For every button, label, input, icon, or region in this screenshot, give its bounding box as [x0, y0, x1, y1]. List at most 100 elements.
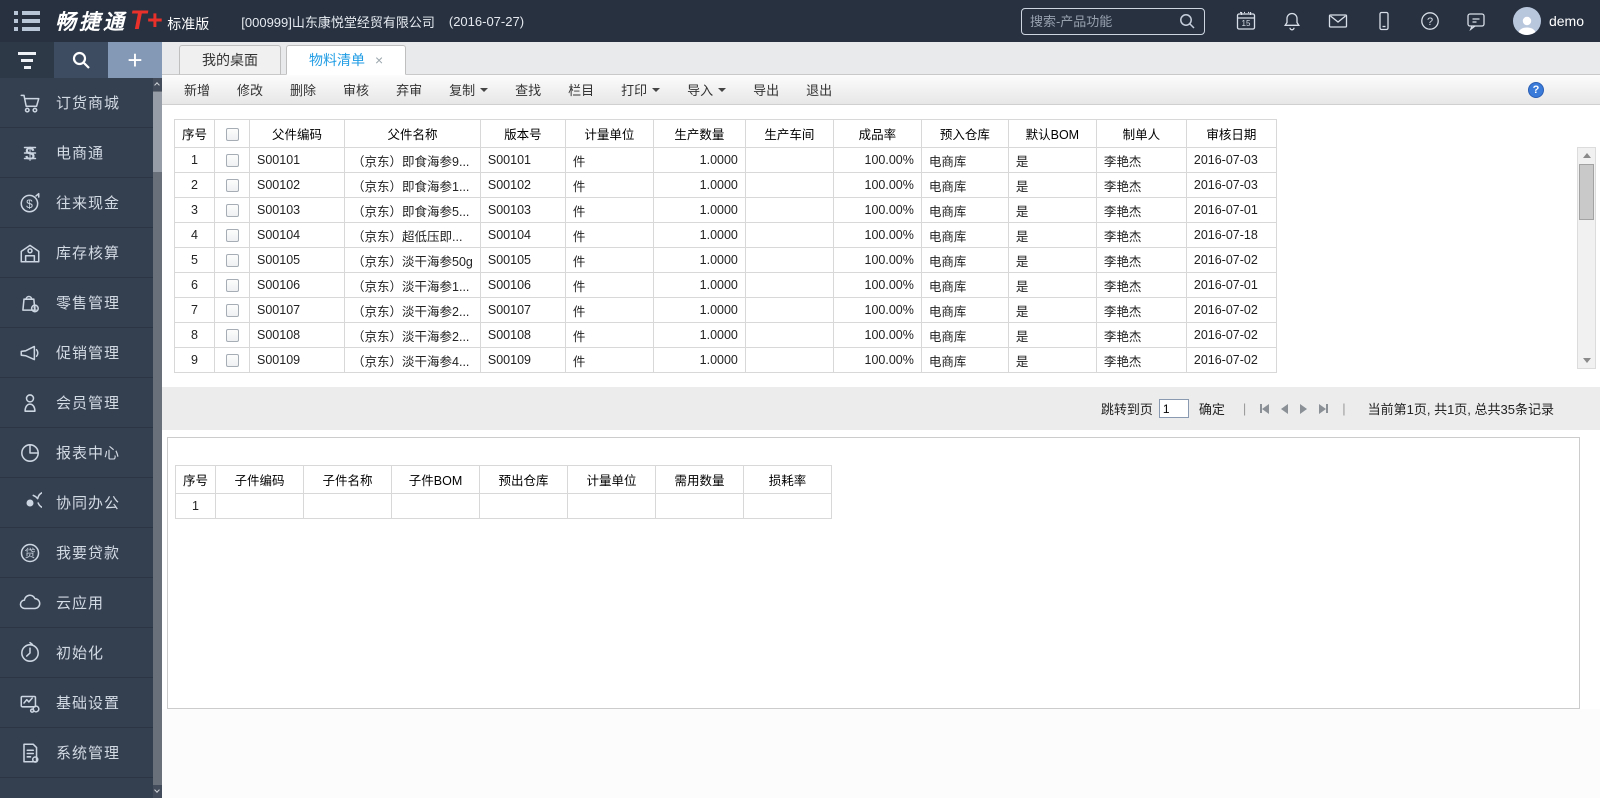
bell-icon[interactable]	[1280, 9, 1304, 33]
toolbar-help-icon[interactable]: ?	[1528, 82, 1544, 98]
column-header: 序号	[175, 120, 215, 148]
table-row[interactable]: 1	[176, 494, 832, 519]
next-page-icon[interactable]	[1300, 404, 1307, 414]
sidebar-item-initialization[interactable]: 初始化	[0, 628, 153, 678]
close-icon[interactable]: ×	[375, 52, 383, 68]
copy-button[interactable]: 复制	[449, 80, 488, 99]
row-checkbox[interactable]	[226, 154, 239, 167]
goto-confirm-button[interactable]: 确定	[1199, 399, 1225, 418]
mail-icon[interactable]	[1326, 9, 1350, 33]
sidebar-item-reports[interactable]: 报表中心	[0, 428, 153, 478]
columns-button[interactable]: 栏目	[568, 80, 594, 99]
exit-button[interactable]: 退出	[806, 80, 832, 99]
row-checkbox[interactable]	[226, 279, 239, 292]
sidebar-item-cloud-apps[interactable]: 云应用	[0, 578, 153, 628]
cell: 1.0000	[653, 348, 745, 373]
sidebar-item-loan[interactable]: 贷我要贷款	[0, 528, 153, 578]
header-row: 序号父件编码父件名称版本号计量单位生产数量生产车间成品率预入仓库默认BOM制单人…	[175, 120, 1277, 148]
table-row[interactable]: 4S00104（京东）超低压即...S00104件1.0000100.00%电商…	[175, 223, 1277, 248]
cell: 电商库	[921, 198, 1008, 223]
first-page-icon[interactable]	[1260, 404, 1269, 414]
sidebar-item-order-mall[interactable]: 订货商城	[0, 78, 153, 128]
cell: 7	[175, 298, 215, 323]
modify-button[interactable]: 修改	[237, 80, 263, 99]
megaphone-icon	[18, 341, 42, 365]
import-button[interactable]: 导入	[687, 80, 726, 99]
add-button[interactable]: 新增	[184, 80, 210, 99]
tab-material-list[interactable]: 物料清单×	[286, 45, 406, 75]
main-menu-icon[interactable]	[14, 11, 40, 31]
scroll-up-icon[interactable]	[1578, 148, 1595, 163]
table-row[interactable]: 8S00108（京东）淡干海参2...S00108件1.0000100.00%电…	[175, 323, 1277, 348]
calendar-icon[interactable]: 15	[1234, 9, 1258, 33]
username[interactable]: demo	[1549, 13, 1584, 29]
tab-my-desktop[interactable]: 我的桌面	[179, 45, 281, 75]
print-button[interactable]: 打印	[621, 80, 660, 99]
sidebar-item-promotion[interactable]: 促销管理	[0, 328, 153, 378]
find-button[interactable]: 查找	[515, 80, 541, 99]
scrollbar-thumb[interactable]	[153, 92, 162, 172]
cell: S00101	[480, 148, 565, 173]
cell: 是	[1008, 148, 1096, 173]
scrollbar-thumb[interactable]	[1579, 164, 1594, 220]
delete-button[interactable]: 删除	[290, 80, 316, 99]
cell: S00108	[480, 323, 565, 348]
sidebar-filter-button[interactable]	[0, 42, 54, 78]
sidebar-item-cash[interactable]: $往来现金	[0, 178, 153, 228]
mobile-icon[interactable]	[1372, 9, 1396, 33]
cell: S00107	[250, 298, 345, 323]
select-all-checkbox[interactable]	[226, 128, 239, 141]
cell: 李艳杰	[1096, 298, 1186, 323]
sidebar-item-basic-settings[interactable]: 基础设置	[0, 678, 153, 728]
table-row[interactable]: 6S00106（京东）淡干海参1...S00106件1.0000100.00%电…	[175, 273, 1277, 298]
cell: 100.00%	[833, 323, 921, 348]
cell: 1.0000	[653, 248, 745, 273]
table-row[interactable]: 3S00103（京东）即食海参5...S00103件1.0000100.00%电…	[175, 198, 1277, 223]
sidebar-item-ecommerce[interactable]: $电商通	[0, 128, 153, 178]
search-input[interactable]	[1030, 14, 1178, 29]
table-row[interactable]: 7S00107（京东）淡干海参2...S00107件1.0000100.00%电…	[175, 298, 1277, 323]
sidebar-add-button[interactable]: +	[108, 42, 162, 78]
sidebar-search-button[interactable]	[54, 42, 108, 78]
table-row[interactable]: 9S00109（京东）淡干海参4...S00109件1.0000100.00%电…	[175, 348, 1277, 373]
last-page-icon[interactable]	[1319, 404, 1328, 414]
prev-page-icon[interactable]	[1281, 404, 1288, 414]
scroll-down-icon[interactable]	[1578, 353, 1595, 368]
toolbar: 新增 修改 删除 审核 弃审 复制 查找 栏目 打印 导入 导出 退出?	[162, 75, 1600, 105]
scroll-up-icon[interactable]	[153, 78, 162, 91]
row-checkbox[interactable]	[226, 304, 239, 317]
sidebar-item-member[interactable]: 会员管理	[0, 378, 153, 428]
sidebar-item-inventory[interactable]: 库存核算	[0, 228, 153, 278]
user-avatar[interactable]	[1513, 7, 1541, 35]
help-icon[interactable]: ?	[1418, 9, 1442, 33]
row-checkbox[interactable]	[226, 204, 239, 217]
row-checkbox[interactable]	[226, 254, 239, 267]
page-number-input[interactable]	[1159, 399, 1189, 418]
column-header: 制单人	[1096, 120, 1186, 148]
export-button[interactable]: 导出	[753, 80, 779, 99]
sidebar-item-system-management[interactable]: 系统管理	[0, 728, 153, 778]
feedback-icon[interactable]	[1464, 9, 1488, 33]
table-row[interactable]: 2S00102（京东）即食海参1...S00102件1.0000100.00%电…	[175, 173, 1277, 198]
sidebar-item-collaboration[interactable]: 协同办公	[0, 478, 153, 528]
sidebar-item-label: 基础设置	[56, 692, 120, 713]
row-checkbox[interactable]	[226, 329, 239, 342]
row-checkbox[interactable]	[226, 354, 239, 367]
unaudit-button[interactable]: 弃审	[396, 80, 422, 99]
column-header: 版本号	[480, 120, 565, 148]
cell: S00104	[480, 223, 565, 248]
global-search[interactable]	[1021, 8, 1205, 35]
tab-bar: 我的桌面物料清单×	[162, 42, 1600, 75]
scroll-down-icon[interactable]	[153, 785, 162, 798]
table-row[interactable]: 1S00101（京东）即食海参9...S00101件1.0000100.00%电…	[175, 148, 1277, 173]
cell: 6	[175, 273, 215, 298]
search-icon[interactable]	[1178, 12, 1196, 30]
audit-button[interactable]: 审核	[343, 80, 369, 99]
row-checkbox[interactable]	[226, 229, 239, 242]
sidebar-item-retail[interactable]: $零售管理	[0, 278, 153, 328]
sidebar-scrollbar[interactable]	[153, 78, 162, 798]
row-checkbox[interactable]	[226, 179, 239, 192]
cell: 1.0000	[653, 148, 745, 173]
grid-scrollbar[interactable]	[1577, 147, 1596, 369]
table-row[interactable]: 5S00105（京东）淡干海参50gS00105件1.0000100.00%电商…	[175, 248, 1277, 273]
